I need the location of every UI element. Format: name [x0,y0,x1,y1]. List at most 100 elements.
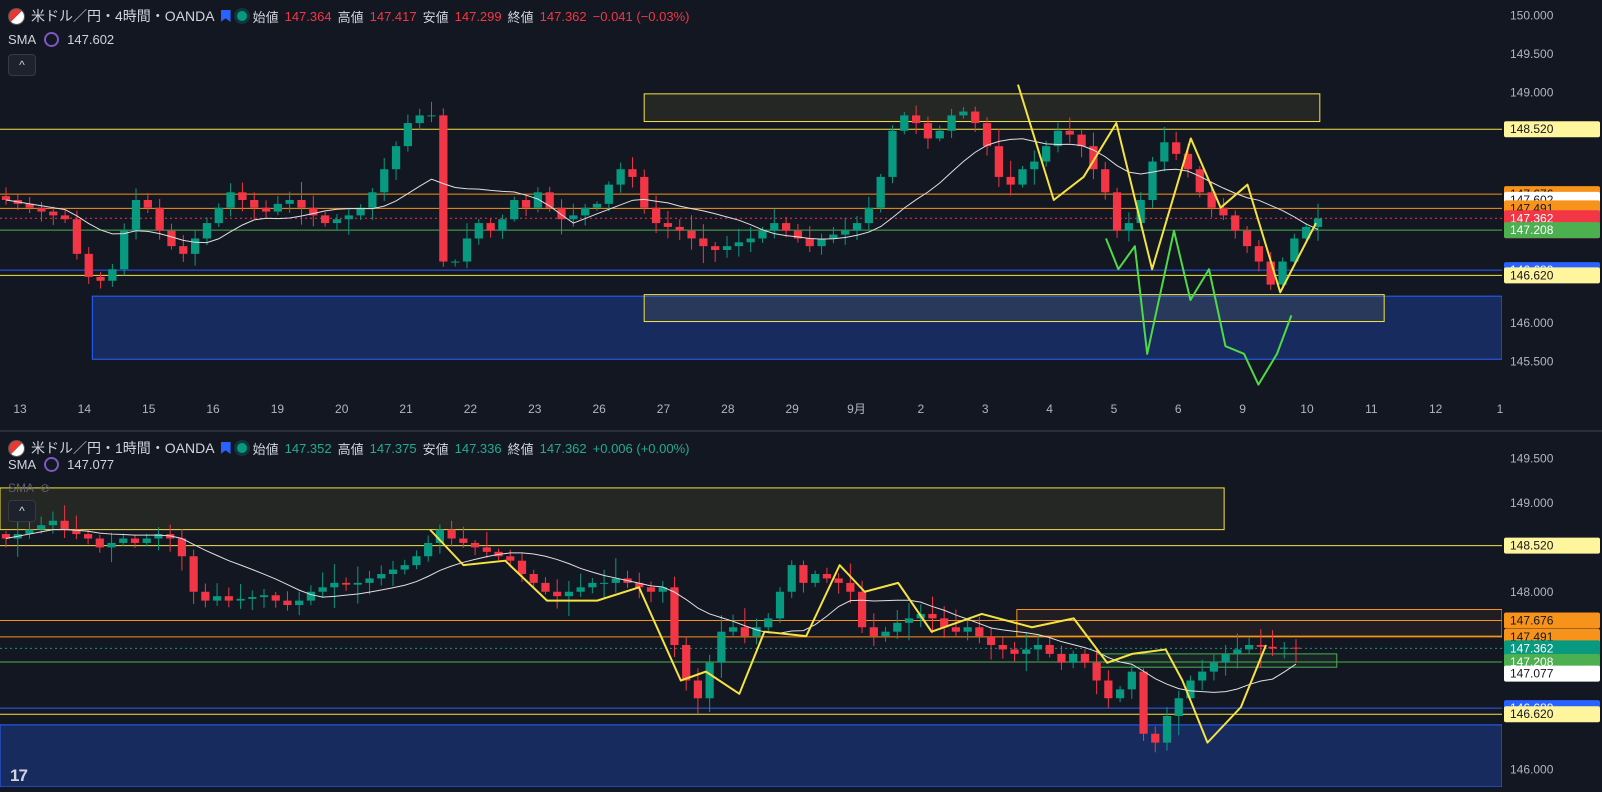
candle-body [1209,662,1219,672]
price-axis-label: 149.500 [1510,47,1554,61]
candle-body [758,230,767,239]
price-tag-label: 146.620 [1510,707,1554,721]
candle-body [1174,698,1183,716]
candle-body [368,192,377,208]
candle-body [295,600,304,606]
candle-body [1101,169,1110,193]
candle-body [951,627,961,632]
candle-body [722,246,732,250]
candle-body [486,223,495,231]
candle-body [770,223,779,231]
candle-body [365,578,374,583]
price-axis-label: 149.000 [1510,85,1554,99]
candle-body [224,596,233,601]
candle-body [377,574,386,579]
candle-body [285,200,294,204]
candle-body [1077,134,1086,147]
candle-body [403,123,413,147]
sma-settings-icon[interactable] [44,32,60,47]
candle-body [142,538,151,543]
time-axis-label: 11 [1365,402,1378,416]
high-label: 高値 [337,441,364,457]
candle-body [998,645,1007,650]
candle-body [1010,649,1019,654]
candle-body [131,200,141,231]
candle-body [470,542,480,548]
candle-body [427,115,436,117]
candle-body [1256,645,1265,647]
candle-body [259,595,269,598]
candle-body [189,556,198,592]
sma-settings-icon[interactable] [44,457,60,472]
candle-body [881,631,890,637]
bookmark-icon[interactable] [220,442,231,454]
candle-body [261,207,271,212]
price-axis-label: 149.000 [1510,496,1554,510]
price-tag-label: 147.208 [1510,223,1554,237]
candle-body [344,215,353,220]
candle-body [670,587,679,645]
candle-body [959,111,968,116]
candle-body [130,538,140,543]
chart-canvas-1h[interactable]: 149.500 149.000 148.000 146.000 148.520 147.6… [0,432,1602,788]
candle-body [318,587,327,592]
candle-body [541,582,550,592]
candle-body [96,276,105,281]
candle-body [1242,230,1252,247]
candle-body [1127,671,1136,690]
symbol-title[interactable]: 米ドル／円・1時間・OANDA [31,438,215,458]
price-tag-label: 146.620 [1510,268,1554,282]
candle-body [330,582,339,588]
candle-body [628,169,637,177]
symbol-title[interactable]: 米ドル／円・4時間・OANDA [31,6,215,26]
time-axis-label: 26 [592,402,606,416]
chart-pane-1h[interactable]: 149.500 149.000 148.000 146.000 148.520 147.6… [0,432,1602,788]
zone-orange-2 [1016,609,1503,637]
low-label: 安値 [422,9,449,25]
candle-body [37,525,46,530]
chart-canvas-4h[interactable]: 150.000 149.500 149.000 146.000 145.500 148.5… [0,0,1602,430]
candle-body [48,520,58,526]
candle-body [781,223,791,231]
sma-label: SMA [8,32,37,47]
candle-body [415,115,424,124]
candle-body [545,192,554,208]
chart-pane-4h[interactable]: 150.000 149.500 149.000 146.000 145.500 148.5… [0,0,1602,430]
candle-body [888,130,897,177]
price-tag-label: 147.676 [1510,614,1554,628]
candle-body [994,146,1004,177]
candle-body [226,192,235,208]
sma-hidden-indicator[interactable]: SMA ⊘ [8,481,50,495]
candle-body [699,238,708,247]
close-label: 終値 [507,441,534,457]
candle-body [95,538,104,548]
candle-body [283,600,292,606]
candle-body [663,223,673,227]
candle-body [675,226,684,231]
candle-body [1162,716,1172,743]
sma-value: 147.602 [67,32,115,47]
candle-body [947,115,956,131]
bookmark-icon[interactable] [220,10,231,22]
low-label: 安値 [422,441,449,457]
candle-body [201,591,210,601]
collapse-legend-button[interactable]: ^ [8,54,36,76]
candle-body [424,542,433,557]
candle-body [876,176,885,208]
candle-body [1254,246,1264,262]
candle-body [1124,223,1134,231]
usdjpy-flag-icon [8,439,25,457]
candle-body [822,574,832,579]
candle-body [1233,649,1242,654]
candle-body [1198,671,1207,681]
candle-body [616,169,625,185]
open-label: 始値 [252,9,279,25]
candle-body [852,223,862,231]
sma-indicator-4h[interactable]: SMA 147.602 [8,32,114,47]
candle-body [734,242,743,247]
sma-indicator-1h[interactable]: SMA 147.077 [8,457,114,472]
high-value: 147.375 [369,440,417,456]
eye-off-icon[interactable]: ⊘ [40,481,50,495]
collapse-legend-button[interactable]: ^ [8,500,36,522]
zone-yellow-2 [643,294,1385,323]
